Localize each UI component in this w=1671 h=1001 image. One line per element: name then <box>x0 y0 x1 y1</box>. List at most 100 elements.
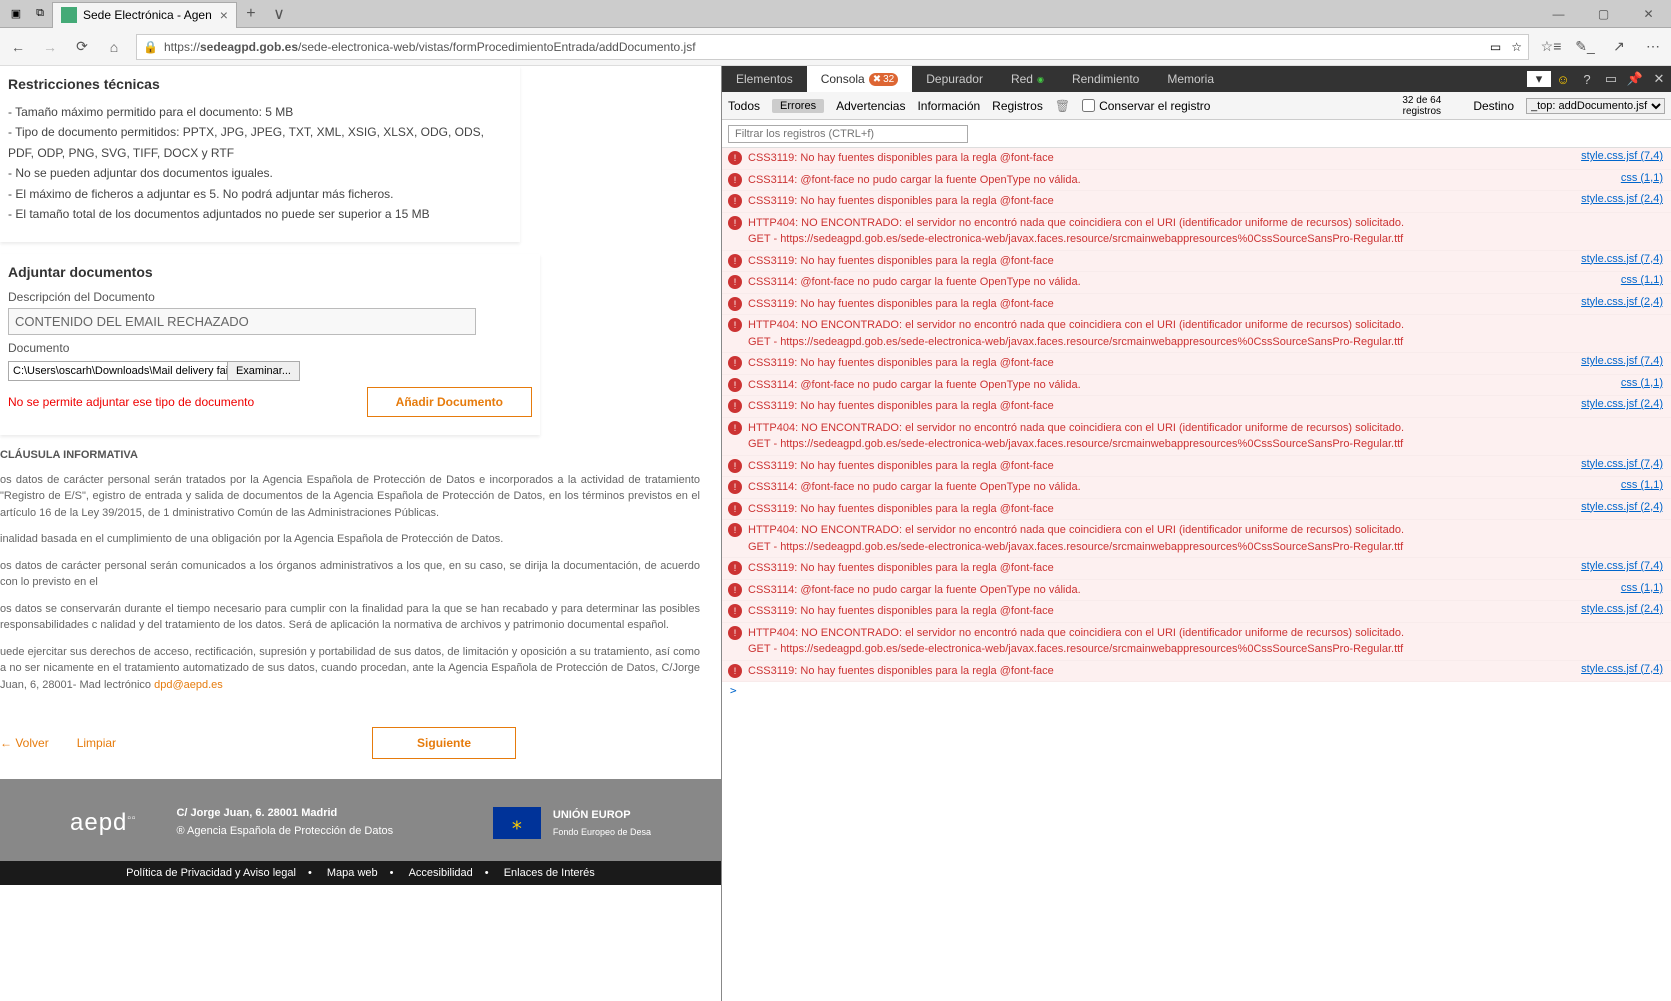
close-devtools-icon[interactable]: ✕ <box>1647 71 1671 87</box>
log-message: HTTP404: NO ENCONTRADO: el servidor no e… <box>748 625 1663 658</box>
console-log-row[interactable]: !CSS3119: No hay fuentes disponibles par… <box>722 396 1671 418</box>
log-source-link[interactable]: style.css.jsf (2,4) <box>1581 501 1663 513</box>
log-source-link[interactable]: style.css.jsf (2,4) <box>1581 193 1663 205</box>
log-source-link[interactable]: style.css.jsf (2,4) <box>1581 398 1663 410</box>
minimize-button[interactable]: — <box>1536 0 1581 28</box>
clear-link[interactable]: Limpiar <box>77 736 116 750</box>
dock-icon[interactable]: ▭ <box>1599 71 1623 87</box>
console-log-row[interactable]: !CSS3119: No hay fuentes disponibles par… <box>722 499 1671 521</box>
console-log-row[interactable]: !HTTP404: NO ENCONTRADO: el servidor no … <box>722 315 1671 353</box>
browse-button[interactable]: Examinar... <box>228 361 300 381</box>
notes-icon[interactable]: ✎_ <box>1575 37 1595 57</box>
reading-view-icon[interactable]: ▭ <box>1490 40 1501 54</box>
log-source-link[interactable]: css (1,1) <box>1621 377 1663 389</box>
log-source-link[interactable]: style.css.jsf (7,4) <box>1581 458 1663 470</box>
footer-link[interactable]: Mapa web <box>327 867 378 879</box>
maximize-button[interactable]: ▢ <box>1581 0 1626 28</box>
tab-consola[interactable]: Consola ✖32 <box>807 66 913 92</box>
description-input[interactable] <box>8 308 476 335</box>
console-log-row[interactable]: !CSS3114: @font-face no pudo cargar la f… <box>722 580 1671 602</box>
forward-button[interactable]: → <box>40 37 60 57</box>
log-source-link[interactable]: css (1,1) <box>1621 479 1663 491</box>
tab-rendimiento[interactable]: Rendimiento <box>1058 66 1153 92</box>
tab-depurador[interactable]: Depurador <box>912 66 997 92</box>
tab-title: Sede Electrónica - Agen <box>83 8 212 22</box>
console-log-row[interactable]: !CSS3119: No hay fuentes disponibles par… <box>722 456 1671 478</box>
error-badge: ✖32 <box>869 73 899 86</box>
console-log-row[interactable]: !CSS3114: @font-face no pudo cargar la f… <box>722 170 1671 192</box>
window-system-icon[interactable]: ⧉ <box>28 3 52 25</box>
console-log-row[interactable]: !CSS3119: No hay fuentes disponibles par… <box>722 251 1671 273</box>
log-source-link[interactable]: style.css.jsf (2,4) <box>1581 296 1663 308</box>
chevron-down-icon[interactable]: ▾ <box>1527 71 1551 87</box>
console-log-row[interactable]: !CSS3114: @font-face no pudo cargar la f… <box>722 477 1671 499</box>
address-bar[interactable]: 🔒 https://sedeagpd.gob.es/sede-electroni… <box>136 34 1529 60</box>
log-source-link[interactable]: style.css.jsf (7,4) <box>1581 355 1663 367</box>
console-log-row[interactable]: !CSS3119: No hay fuentes disponibles par… <box>722 601 1671 623</box>
preserve-log-checkbox[interactable]: Conservar el registro <box>1082 99 1210 113</box>
close-window-button[interactable]: ✕ <box>1626 0 1671 28</box>
log-source-link[interactable]: css (1,1) <box>1621 582 1663 594</box>
console-log-row[interactable]: !CSS3114: @font-face no pudo cargar la f… <box>722 375 1671 397</box>
new-tab-button[interactable]: + <box>237 5 265 23</box>
log-source-link[interactable]: style.css.jsf (7,4) <box>1581 150 1663 162</box>
console-output[interactable]: !CSS3119: No hay fuentes disponibles par… <box>722 148 1671 1001</box>
favorites-icon[interactable]: ☆≡ <box>1541 37 1561 57</box>
log-source-link[interactable]: css (1,1) <box>1621 274 1663 286</box>
next-button[interactable]: Siguiente <box>372 727 516 759</box>
footer-address: C/ Jorge Juan, 6. 28001 Madrid ® Agencia… <box>176 805 393 840</box>
close-icon[interactable]: × <box>220 7 228 23</box>
error-icon: ! <box>728 151 742 165</box>
console-log-row[interactable]: !HTTP404: NO ENCONTRADO: el servidor no … <box>722 418 1671 456</box>
console-log-row[interactable]: !CSS3119: No hay fuentes disponibles par… <box>722 191 1671 213</box>
console-log-row[interactable]: !CSS3119: No hay fuentes disponibles par… <box>722 353 1671 375</box>
error-icon: ! <box>728 194 742 208</box>
console-log-row[interactable]: !HTTP404: NO ENCONTRADO: el servidor no … <box>722 623 1671 661</box>
console-prompt[interactable]: > <box>722 682 1671 699</box>
file-path-input[interactable]: C:\Users\oscarh\Downloads\Mail delivery … <box>8 361 228 381</box>
more-icon[interactable]: ⋯ <box>1643 37 1663 57</box>
email-link[interactable]: dpd@aepd.es <box>154 679 223 691</box>
add-document-button[interactable]: Añadir Documento <box>367 387 532 417</box>
unpin-icon[interactable]: 📌 <box>1623 71 1647 87</box>
log-source-link[interactable]: style.css.jsf (7,4) <box>1581 663 1663 675</box>
console-log-row[interactable]: !HTTP404: NO ENCONTRADO: el servidor no … <box>722 520 1671 558</box>
tab-red[interactable]: Red ◉ <box>997 66 1058 92</box>
console-log-row[interactable]: !CSS3119: No hay fuentes disponibles par… <box>722 661 1671 683</box>
favorite-icon[interactable]: ☆ <box>1511 40 1522 54</box>
filter-todos[interactable]: Todos <box>728 99 760 113</box>
filter-errores[interactable]: Errores <box>772 99 824 113</box>
home-button[interactable]: ⌂ <box>104 37 124 57</box>
log-source-link[interactable]: style.css.jsf (7,4) <box>1581 253 1663 265</box>
footer-link[interactable]: Política de Privacidad y Aviso legal <box>126 867 296 879</box>
filter-registros[interactable]: Registros <box>992 99 1043 113</box>
window-system-icon[interactable]: ▣ <box>4 3 28 25</box>
feedback-icon[interactable]: ☺ <box>1551 72 1575 87</box>
filter-advertencias[interactable]: Advertencias <box>836 99 905 113</box>
footer-link[interactable]: Accesibilidad <box>409 867 473 879</box>
tab-elementos[interactable]: Elementos <box>722 66 807 92</box>
console-log-row[interactable]: !HTTP404: NO ENCONTRADO: el servidor no … <box>722 213 1671 251</box>
destination-select[interactable]: _top: addDocumento.jsf <box>1526 98 1665 114</box>
clear-console-icon[interactable]: 🗑 <box>1055 99 1070 113</box>
console-log-row[interactable]: !CSS3114: @font-face no pudo cargar la f… <box>722 272 1671 294</box>
console-log-row[interactable]: !CSS3119: No hay fuentes disponibles par… <box>722 558 1671 580</box>
log-source-link[interactable]: css (1,1) <box>1621 172 1663 184</box>
refresh-button[interactable]: ⟳ <box>72 37 92 57</box>
log-source-link[interactable]: style.css.jsf (7,4) <box>1581 560 1663 572</box>
back-button[interactable]: ← <box>8 37 28 57</box>
error-icon: ! <box>728 318 742 332</box>
help-icon[interactable]: ? <box>1575 72 1599 87</box>
back-link[interactable]: ← Volver <box>0 736 49 750</box>
footer-link[interactable]: Enlaces de Interés <box>504 867 595 879</box>
console-log-row[interactable]: !CSS3119: No hay fuentes disponibles par… <box>722 294 1671 316</box>
tab-memoria[interactable]: Memoria <box>1153 66 1228 92</box>
log-source-link[interactable]: style.css.jsf (2,4) <box>1581 603 1663 615</box>
tabs-chevron-icon[interactable]: ∨ <box>265 4 293 24</box>
browser-tab[interactable]: Sede Electrónica - Agen × <box>52 2 237 28</box>
share-icon[interactable]: ↗ <box>1609 37 1629 57</box>
filter-input[interactable] <box>728 125 968 143</box>
page-content[interactable]: Restricciones técnicas - Tamaño máximo p… <box>0 66 721 1001</box>
filter-informacion[interactable]: Información <box>917 99 980 113</box>
console-log-row[interactable]: !CSS3119: No hay fuentes disponibles par… <box>722 148 1671 170</box>
